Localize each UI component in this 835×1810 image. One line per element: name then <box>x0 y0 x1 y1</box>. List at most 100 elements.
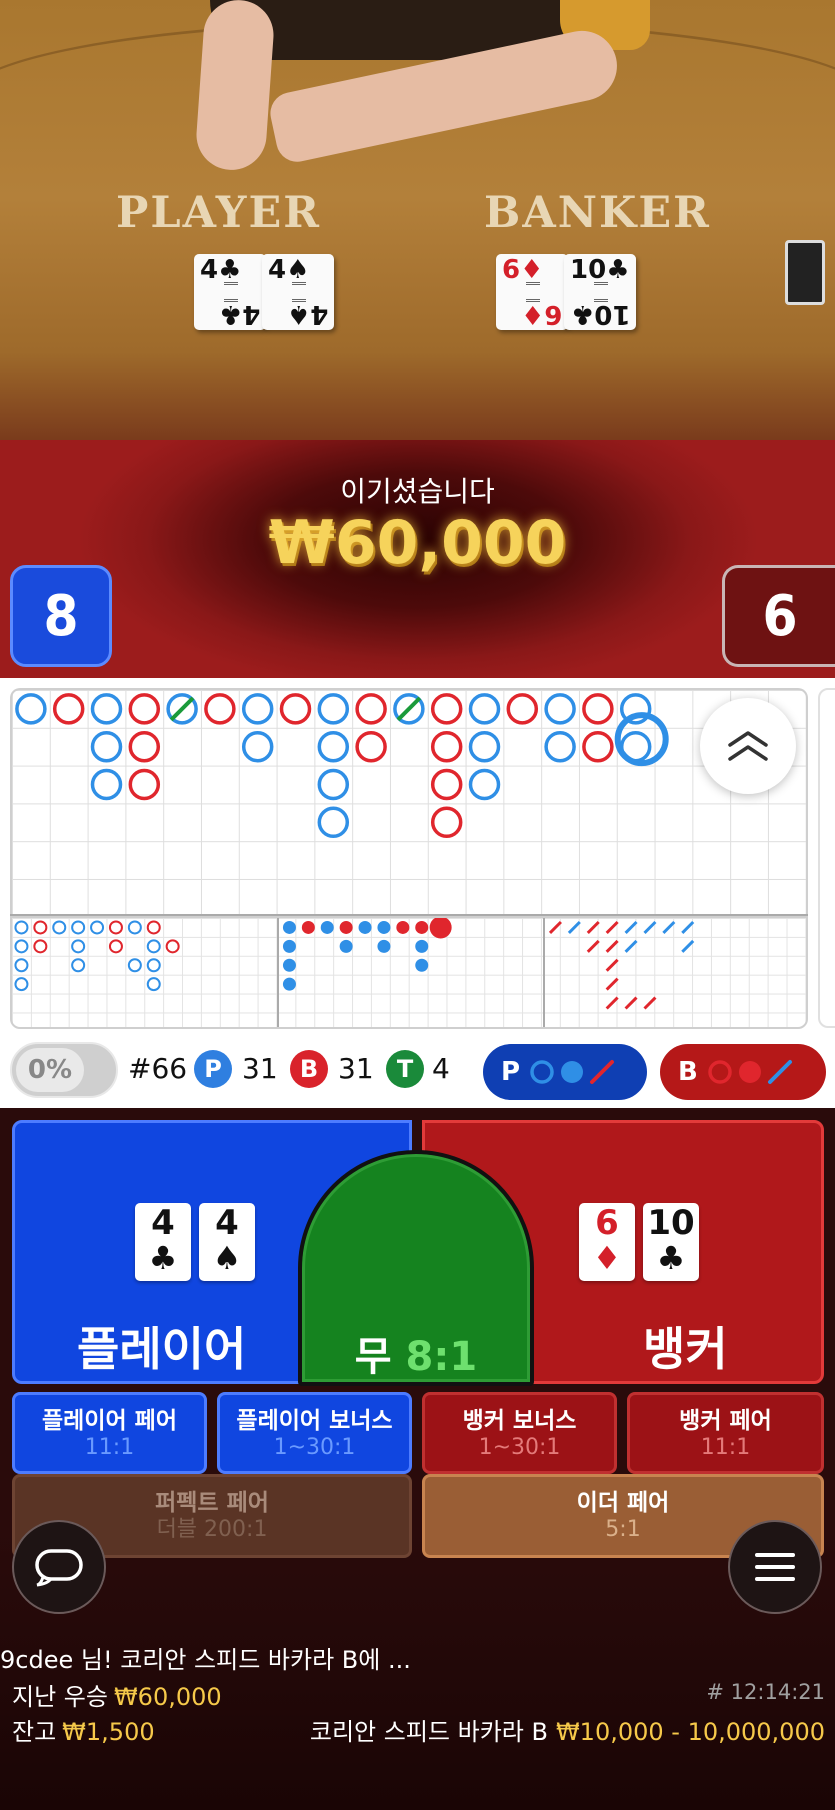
big-road-mark <box>582 730 614 763</box>
side-bet-name: 퍼펙트 페어 <box>155 1490 269 1516</box>
big-road-mark <box>355 693 387 725</box>
predict-player-label: P <box>501 1057 521 1087</box>
last-win-label: 지난 우승 <box>12 1683 108 1711</box>
small-road-mark <box>301 920 315 934</box>
banker-count-badge: B <box>290 1050 328 1088</box>
small-road-mark <box>415 958 429 972</box>
player-pair-bet[interactable]: 플레이어 페어 11:1 <box>12 1392 207 1474</box>
big-road-mark <box>317 806 350 839</box>
player-predict-icons <box>530 1060 615 1084</box>
big-road-mark <box>544 693 576 725</box>
cockroach-road-mark <box>643 920 657 934</box>
small-road-mark <box>282 920 296 934</box>
cockroach-road-mark <box>586 939 600 953</box>
chat-button[interactable] <box>12 1520 106 1614</box>
small-road-mark <box>396 920 410 934</box>
last-win-value: ₩60,000 <box>113 1683 222 1711</box>
cockroach-road-mark <box>662 920 676 934</box>
stats-bar: 0% #66 P 31 B 31 T 4 P B <box>0 1036 835 1108</box>
tie-bet-label: 무 8:1 <box>302 1324 530 1382</box>
big-road-mark <box>241 730 274 763</box>
player-card-1: 4 ♣ <box>135 1203 191 1281</box>
banker-bonus-bet[interactable]: 뱅커 보너스 1~30:1 <box>422 1392 617 1474</box>
small-road-mark <box>339 939 353 953</box>
table-limits: 코리안 스피드 바카라 B ₩10,000 - 10,000,000 <box>310 1712 825 1747</box>
chat-message: 9cdee 님! 코리안 스피드 바카라 B에 ... <box>0 1646 411 1674</box>
banker-pair-bet[interactable]: 뱅커 페어 11:1 <box>627 1392 824 1474</box>
felt-label-player: PLAYER <box>116 188 321 238</box>
predict-banker-button[interactable]: B <box>660 1044 826 1100</box>
small-road-mark <box>320 920 334 934</box>
big-road-mark <box>317 693 350 725</box>
tie-count-badge: T <box>386 1050 424 1088</box>
banker-bet-label: 뱅커 <box>643 1322 728 1376</box>
small-road-mark <box>339 920 353 934</box>
road-divider <box>543 918 545 1027</box>
player-score: 8 <box>43 583 79 649</box>
big-road-mark <box>468 768 501 801</box>
big-eye-road-mark <box>52 920 67 935</box>
derived-roads[interactable] <box>10 916 808 1029</box>
round-id: # 12:14:21 <box>706 1680 825 1704</box>
cockroach-road-mark <box>605 996 619 1010</box>
player-bonus-bet[interactable]: 플레이어 보너스 1~30:1 <box>217 1392 412 1474</box>
road-divider <box>277 918 279 1027</box>
expand-roadmap-button[interactable] <box>700 698 796 794</box>
dealer-left-hand <box>194 0 276 173</box>
cockroach-road-mark <box>605 920 619 934</box>
big-eye-road-mark <box>14 939 29 954</box>
big-road-mark <box>128 768 161 801</box>
big-road-mark <box>544 730 576 763</box>
small-road-mark <box>415 920 429 934</box>
big-road-mark <box>90 693 123 725</box>
player-score-box: 8 <box>10 565 112 667</box>
big-eye-road-mark <box>146 939 161 954</box>
table-name: 코리안 스피드 바카라 B <box>309 1718 548 1746</box>
big-eye-road-mark <box>127 920 142 935</box>
percent-toggle[interactable]: 0% <box>10 1042 118 1098</box>
balance-value: ₩1,500 <box>62 1718 155 1746</box>
table-card-banker-2: 10♣ 10♣ <box>564 254 636 330</box>
big-road-mark <box>430 768 463 801</box>
player-count-badge: P <box>194 1050 232 1088</box>
card-shoe <box>785 240 825 305</box>
small-road-mark <box>415 939 429 953</box>
big-eye-road-mark <box>165 939 180 954</box>
cockroach-road-mark <box>681 920 695 934</box>
cockroach-road-mark <box>567 920 581 934</box>
small-road-mark <box>377 920 391 934</box>
derived-road-marks <box>14 918 695 1010</box>
big-road-mark <box>430 693 463 725</box>
cockroach-road-mark <box>605 939 619 953</box>
side-bet-name: 뱅커 보너스 <box>462 1408 577 1434</box>
big-eye-road-mark <box>14 920 29 935</box>
last-win: 지난 우승 ₩60,000 <box>12 1677 222 1712</box>
small-road-mark <box>282 958 296 972</box>
percent-value: 0% <box>16 1048 84 1092</box>
big-road-mark <box>204 693 236 725</box>
bet-limits: ₩10,000 - 10,000,000 <box>555 1718 825 1746</box>
big-eye-road-mark <box>71 920 86 935</box>
cockroach-road-mark <box>643 996 657 1010</box>
chat-bubble-icon <box>35 1549 83 1587</box>
big-road-mark <box>430 806 463 839</box>
tie-bet-spot[interactable]: 무 8:1 <box>298 1150 534 1386</box>
side-bet-name: 이더 페어 <box>576 1490 670 1516</box>
small-road-mark <box>282 939 296 953</box>
big-eye-road-mark <box>14 977 29 992</box>
small-road-mark <box>358 920 372 934</box>
predict-player-button[interactable]: P <box>483 1044 647 1100</box>
big-eye-road-mark <box>71 939 86 954</box>
roadmap-panel[interactable]: 0% #66 P 31 B 31 T 4 P B <box>0 678 835 1108</box>
next-roadmap-peek[interactable] <box>818 688 835 1028</box>
big-road[interactable] <box>10 688 808 916</box>
big-road-mark <box>317 768 350 801</box>
side-bet-name: 플레이어 보너스 <box>236 1408 393 1434</box>
side-bet-name: 뱅커 페어 <box>679 1408 772 1434</box>
table-card-player-1: 4♣ 4♣ <box>194 254 266 330</box>
side-bet-name: 플레이어 페어 <box>42 1408 177 1434</box>
double-chevron-up-icon <box>728 731 768 761</box>
menu-button[interactable] <box>728 1520 822 1614</box>
cockroach-road-mark <box>681 939 695 953</box>
big-eye-road-mark <box>33 939 48 954</box>
